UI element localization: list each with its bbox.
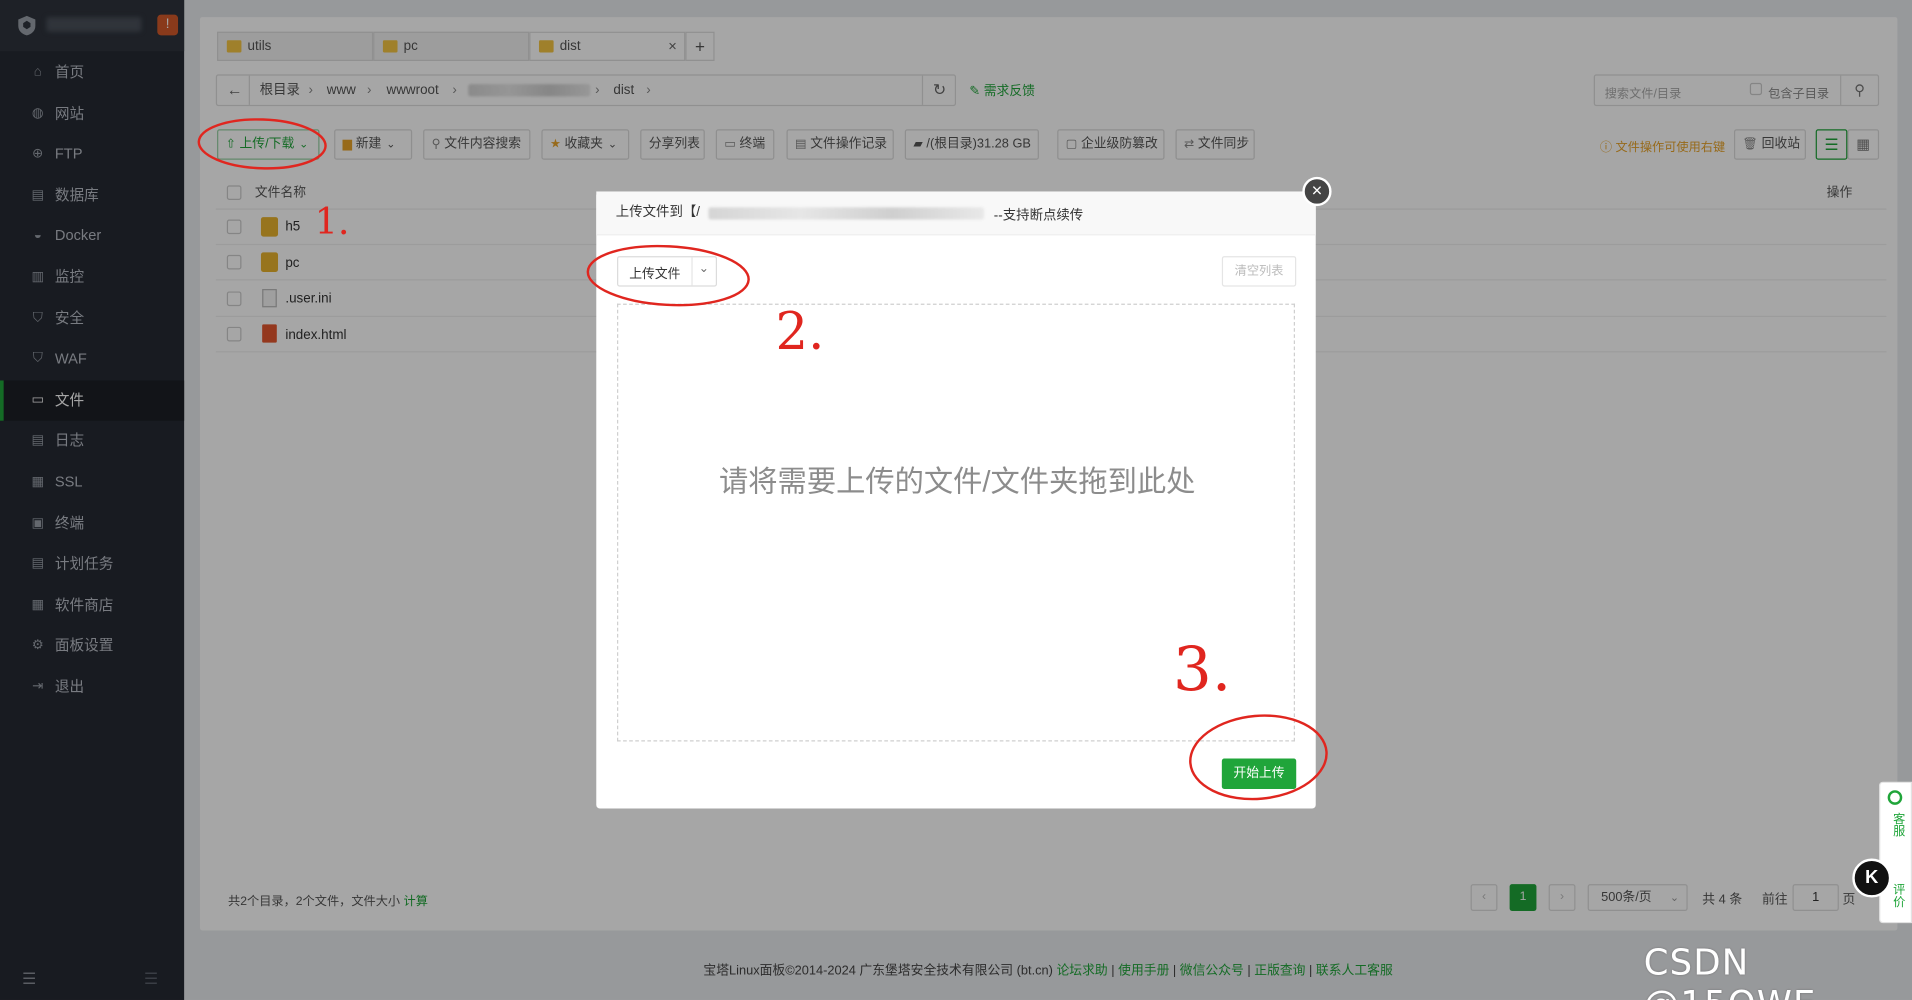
side-float-panel: 客服 评价 (1879, 781, 1912, 924)
upload-file-button[interactable]: 上传文件 ⌄ (617, 256, 718, 287)
headset-icon (1887, 790, 1903, 805)
chevron-down-icon[interactable]: ⌄ (699, 262, 709, 275)
customer-service-link[interactable]: 客服 (1889, 812, 1903, 836)
upload-file-label: 上传文件 (629, 267, 681, 282)
rate-link[interactable]: 评价 (1889, 883, 1903, 907)
title-suffix: --支持断点续传 (993, 208, 1084, 224)
drop-hint: 请将需要上传的文件/文件夹拖到此处 (719, 465, 1196, 499)
clear-list-button[interactable]: 清空列表 (1221, 256, 1297, 287)
upload-path-blurred (708, 207, 985, 220)
close-dialog-icon[interactable]: × (1302, 176, 1332, 207)
assistant-float-icon[interactable]: K (1852, 858, 1892, 898)
watermark: CSDN @15QWE (1643, 941, 1816, 1000)
start-upload-button[interactable]: 开始上传 (1221, 758, 1297, 790)
upload-dialog: 上传文件到【/ --支持断点续传 上传文件 ⌄ 清空列表 请将需要上传的文件/文… (596, 191, 1316, 809)
drop-zone[interactable]: 请将需要上传的文件/文件夹拖到此处 (617, 303, 1296, 742)
title-prefix: 上传文件到【/ (615, 204, 701, 220)
